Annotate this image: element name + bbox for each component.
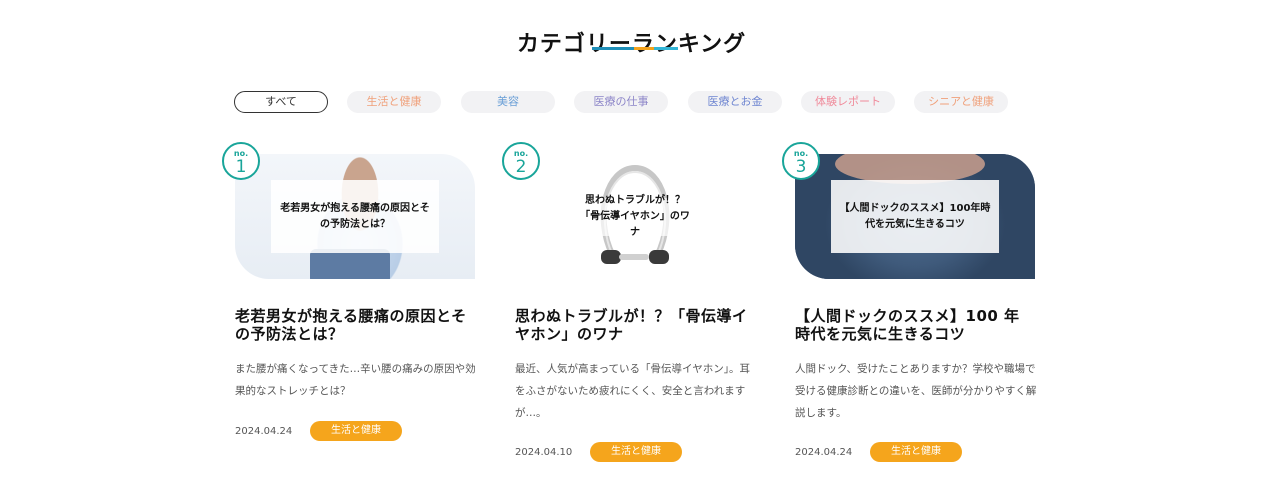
category-tag[interactable]: 生活と健康: [870, 442, 962, 462]
article-meta: 2024.04.24 生活と健康: [235, 421, 402, 441]
thumbnail-caption: 思わぬトラブルが！？「骨伝導イヤホン」のワナ: [571, 195, 699, 238]
article-meta: 2024.04.10 生活と健康: [515, 442, 682, 462]
article-thumbnail[interactable]: 【人間ドックのススメ】100年時代を元気に生きるコツ: [795, 154, 1035, 279]
filter-medical-work[interactable]: 医療の仕事: [574, 91, 668, 113]
thumbnail-caption: 老若男女が抱える腰痛の原因とその予防法とは？: [271, 180, 439, 253]
ranking-card-3[interactable]: no. 3 【人間ドックのススメ】100年時代を元気に生きるコツ 【人間ドックの…: [782, 142, 1036, 475]
rank-badge: no. 3: [782, 142, 820, 180]
filter-medical-money[interactable]: 医療とお金: [688, 91, 782, 113]
article-meta: 2024.04.24 生活と健康: [795, 442, 962, 462]
ranking-card-1[interactable]: no. 1 老若男女が抱える腰痛の原因とその予防法とは？ 老若男女が抱える腰痛の…: [222, 142, 476, 475]
filter-experience-report[interactable]: 体験レポート: [801, 91, 895, 113]
filter-all[interactable]: すべて: [234, 91, 328, 113]
title-underline: [592, 47, 678, 50]
rank-badge: no. 2: [502, 142, 540, 180]
rank-badge: no. 1: [222, 142, 260, 180]
article-title[interactable]: 思わぬトラブルが！？「骨伝導イヤホン」のワナ: [515, 307, 755, 343]
publish-date: 2024.04.24: [795, 446, 853, 458]
article-thumbnail[interactable]: 思わぬトラブルが！？「骨伝導イヤホン」のワナ: [515, 154, 755, 279]
publish-date: 2024.04.10: [515, 446, 573, 458]
filter-senior-health[interactable]: シニアと健康: [914, 91, 1008, 113]
filter-life-health[interactable]: 生活と健康: [347, 91, 441, 113]
thumbnail-caption: 【人間ドックのススメ】100年時代を元気に生きるコツ: [831, 180, 999, 253]
ranking-card-2[interactable]: no. 2 思わぬトラブルが！？「骨伝導イヤホン」のワナ 思わぬトラブルが！？「…: [502, 142, 755, 475]
section-title: カテゴリーランキング: [516, 32, 747, 58]
article-thumbnail[interactable]: 老若男女が抱える腰痛の原因とその予防法とは？: [235, 154, 475, 279]
article-title[interactable]: 老若男女が抱える腰痛の原因とその予防法とは？: [235, 307, 475, 343]
article-excerpt: 人間ドック、受けたことありますか？学校や職場で受ける健康診断との違いを、医師が分…: [795, 363, 1037, 419]
category-filter-bar: すべて 生活と健康 美容 医療の仕事 医療とお金 体験レポート シニアと健康: [0, 91, 1263, 113]
article-excerpt: また腰が痛くなってきた…辛い腰の痛みの原因や効果的なストレッチとは？: [235, 363, 476, 397]
category-tag[interactable]: 生活と健康: [590, 442, 682, 462]
filter-beauty[interactable]: 美容: [461, 91, 555, 113]
article-excerpt: 最近、人気が高まっている「骨伝導イヤホン」。耳をふさがないため疲れにくく、安全と…: [515, 363, 750, 419]
publish-date: 2024.04.24: [235, 425, 293, 437]
category-tag[interactable]: 生活と健康: [310, 421, 402, 441]
article-title[interactable]: 【人間ドックのススメ】100 年時代を元気に生きるコツ: [795, 307, 1035, 343]
